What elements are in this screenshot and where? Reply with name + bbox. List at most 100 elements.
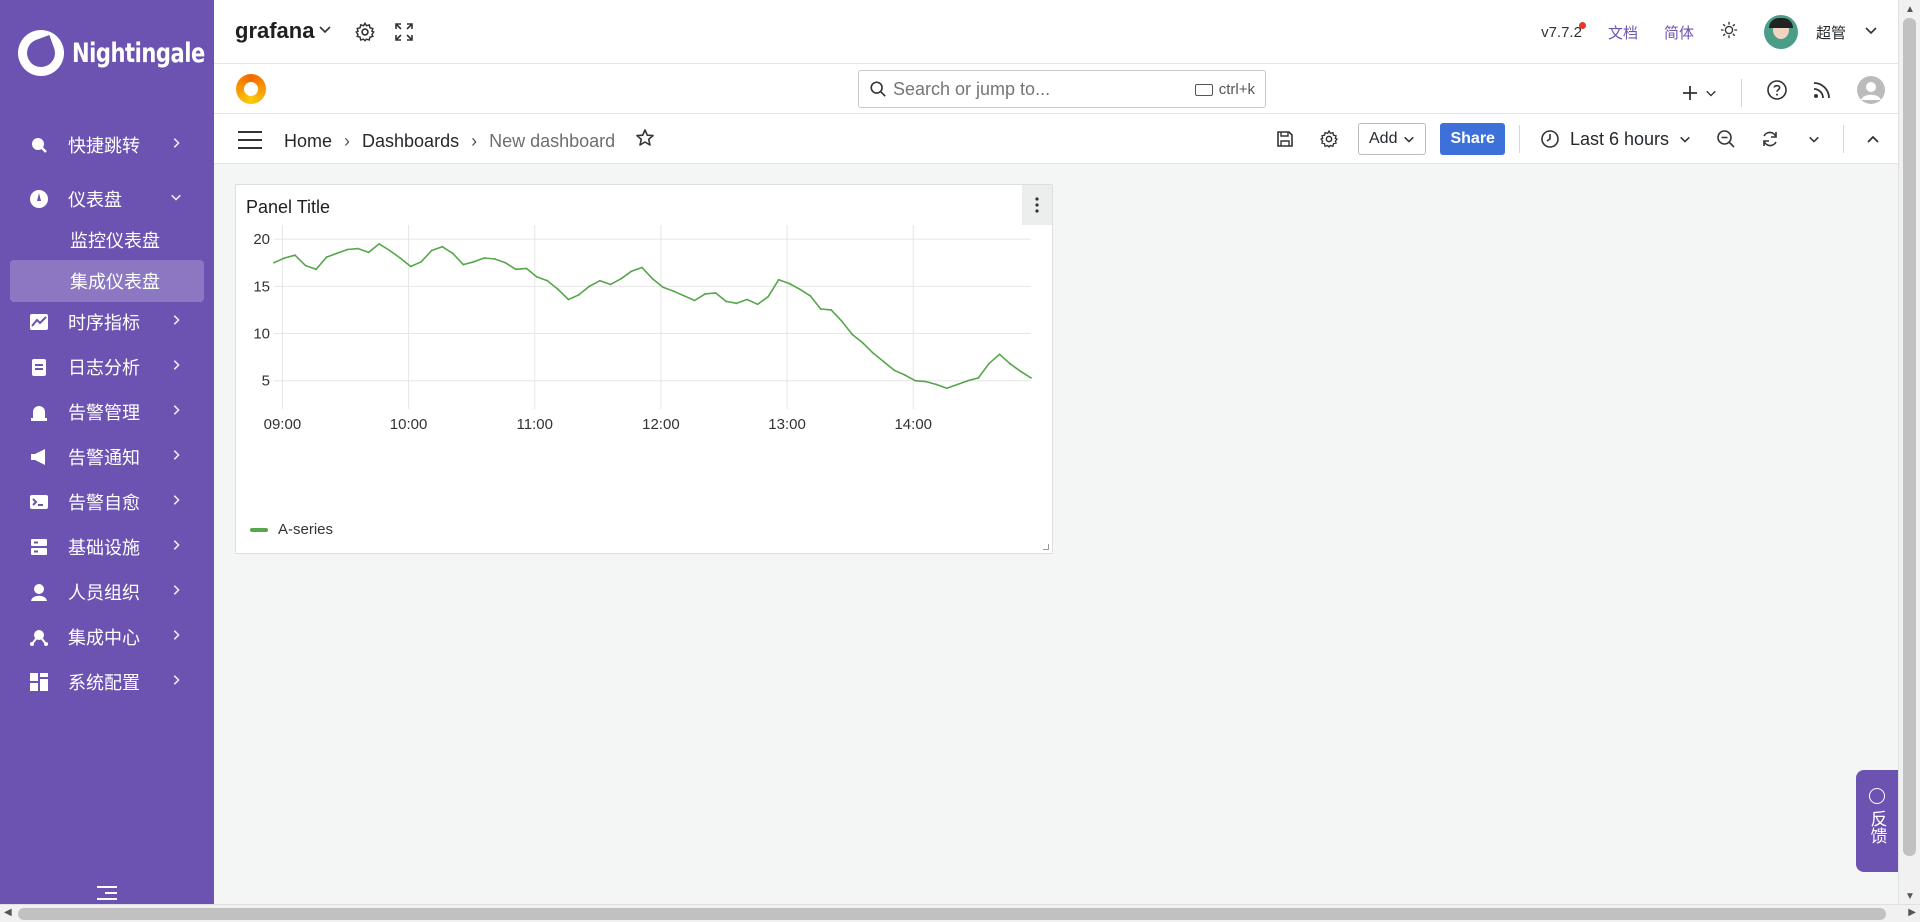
theme-sun-icon[interactable] [1720, 21, 1738, 43]
panel-menu-kebab-icon[interactable] [1022, 185, 1052, 225]
user-name[interactable]: 超管 [1816, 22, 1846, 43]
scroll-thumb[interactable] [18, 908, 1886, 920]
search-box[interactable]: ctrl+k [858, 70, 1266, 108]
data-point [357, 247, 360, 250]
scroll-up-arrow-icon[interactable]: ▲ [1905, 4, 1915, 15]
sidebar-item[interactable]: 日志分析 [10, 346, 204, 388]
chart-legend[interactable]: A-series [250, 521, 333, 538]
sidebar-item-label: 系统配置 [68, 673, 140, 693]
feedback-tab[interactable]: 反馈 [1856, 770, 1898, 872]
sidebar-item[interactable]: 集成中心 [10, 616, 204, 658]
terminal-icon [28, 491, 50, 513]
sidebar-item-label: 告警管理 [68, 403, 140, 423]
data-point [336, 252, 338, 255]
rss-news-icon[interactable] [1812, 80, 1832, 105]
sidebar-item[interactable]: 监控仪表盘 [10, 219, 204, 261]
sidebar-item[interactable]: 系统配置 [10, 661, 204, 703]
new-plus-icon[interactable] [1681, 84, 1717, 102]
data-point [609, 283, 612, 286]
profile-avatar-icon[interactable] [1856, 75, 1886, 110]
sidebar-item[interactable]: 集成仪表盘 [10, 260, 204, 302]
resize-handle[interactable] [1043, 544, 1049, 550]
breadcrumb-home[interactable]: Home [284, 131, 332, 152]
scroll-down-arrow-icon[interactable]: ▼ [1905, 891, 1915, 902]
chevron-right-icon [170, 673, 182, 691]
sidebar-item[interactable]: 基础设施 [10, 526, 204, 568]
user-icon [28, 581, 50, 603]
sidebar-item[interactable]: 告警通知 [10, 436, 204, 478]
data-point [882, 360, 885, 363]
scroll-left-arrow-icon[interactable]: ◀ [4, 907, 12, 918]
chevron-right-icon [170, 493, 182, 511]
data-point [903, 374, 906, 376]
user-menu-chevron-icon[interactable] [1864, 23, 1878, 41]
time-range-picker[interactable]: Last 6 hours [1534, 129, 1697, 150]
data-point [693, 299, 696, 302]
share-button[interactable]: Share [1440, 123, 1505, 155]
data-point [304, 264, 307, 267]
keyboard-icon [1194, 83, 1213, 96]
scroll-right-arrow-icon[interactable]: ▶ [1908, 907, 1916, 918]
refresh-interval-chevron-icon[interactable] [1799, 124, 1829, 154]
chevron-right-icon [170, 538, 182, 556]
dashboard-settings-gear-icon[interactable] [1314, 124, 1344, 154]
grafana-top-right [1681, 75, 1886, 110]
data-point [788, 282, 791, 285]
data-point [493, 258, 496, 260]
legend-swatch [250, 527, 268, 532]
breadcrumb-dashboards[interactable]: Dashboards [362, 131, 459, 152]
sidebar-item[interactable]: 告警自愈 [10, 481, 204, 523]
data-point [893, 369, 896, 372]
user-avatar[interactable] [1763, 15, 1798, 49]
workspace-name[interactable]: grafana [235, 18, 314, 44]
data-point [441, 245, 444, 248]
x-tick-label: 09:00 [264, 416, 302, 433]
panel-title[interactable]: Panel Title [246, 197, 330, 218]
data-point [914, 379, 917, 382]
chevron-down-icon[interactable] [318, 22, 332, 41]
vertical-scrollbar[interactable]: ▲ ▼ [1898, 0, 1920, 904]
language-switch[interactable]: 简体 [1664, 22, 1694, 43]
sidebar-item[interactable]: 时序指标 [10, 301, 204, 343]
data-point [273, 261, 275, 264]
data-point [294, 254, 296, 257]
data-point [935, 383, 938, 386]
chevron-right-icon [170, 358, 182, 376]
sidebar-item[interactable]: 快捷跳转 [10, 124, 204, 166]
server-icon [28, 536, 50, 558]
sidebar-item[interactable]: 仪表盘 [10, 178, 204, 220]
data-point [409, 265, 412, 268]
nightingale-bird-icon [18, 30, 64, 76]
timeseries-chart[interactable]: 5 10 15 20 09:00 10:00 11:00 12:00 13:00 14:00 [236, 225, 1054, 515]
data-point [567, 298, 570, 301]
horizontal-scrollbar[interactable]: ◀ ▶ [0, 904, 1920, 922]
help-icon[interactable] [1766, 79, 1788, 106]
zoom-out-icon[interactable] [1711, 124, 1741, 154]
data-point [420, 260, 423, 263]
data-point [588, 285, 591, 288]
data-point [861, 342, 864, 344]
sidebar-item[interactable]: 告警管理 [10, 391, 204, 433]
sidebar-item-label: 监控仪表盘 [70, 231, 160, 251]
app-logo[interactable]: Nightingale [18, 28, 242, 78]
menu-hamburger-icon[interactable] [238, 131, 262, 149]
sidebar-item[interactable]: 人员组织 [10, 571, 204, 613]
scroll-thumb[interactable] [1903, 18, 1916, 856]
sidebar-collapse-icon[interactable] [97, 886, 117, 902]
fullscreen-icon[interactable] [394, 22, 414, 42]
data-point [872, 352, 875, 355]
star-favorite-icon[interactable] [635, 128, 655, 154]
data-point [714, 292, 717, 294]
add-button[interactable]: Add [1358, 123, 1427, 155]
collapse-chevron-up-icon[interactable] [1858, 124, 1888, 154]
save-dashboard-icon[interactable] [1270, 124, 1300, 154]
gear-icon[interactable] [354, 21, 376, 43]
sidebar-item-label: 集成仪表盘 [70, 272, 160, 292]
search-icon [28, 134, 50, 156]
grafana-logo-icon[interactable] [236, 74, 266, 104]
search-input[interactable] [893, 79, 1193, 100]
docs-link[interactable]: 文档 [1608, 22, 1638, 43]
version-label[interactable]: v7.7.2 [1541, 21, 1586, 41]
sidebar-item-label: 告警自愈 [68, 493, 140, 513]
refresh-icon[interactable] [1755, 124, 1785, 154]
